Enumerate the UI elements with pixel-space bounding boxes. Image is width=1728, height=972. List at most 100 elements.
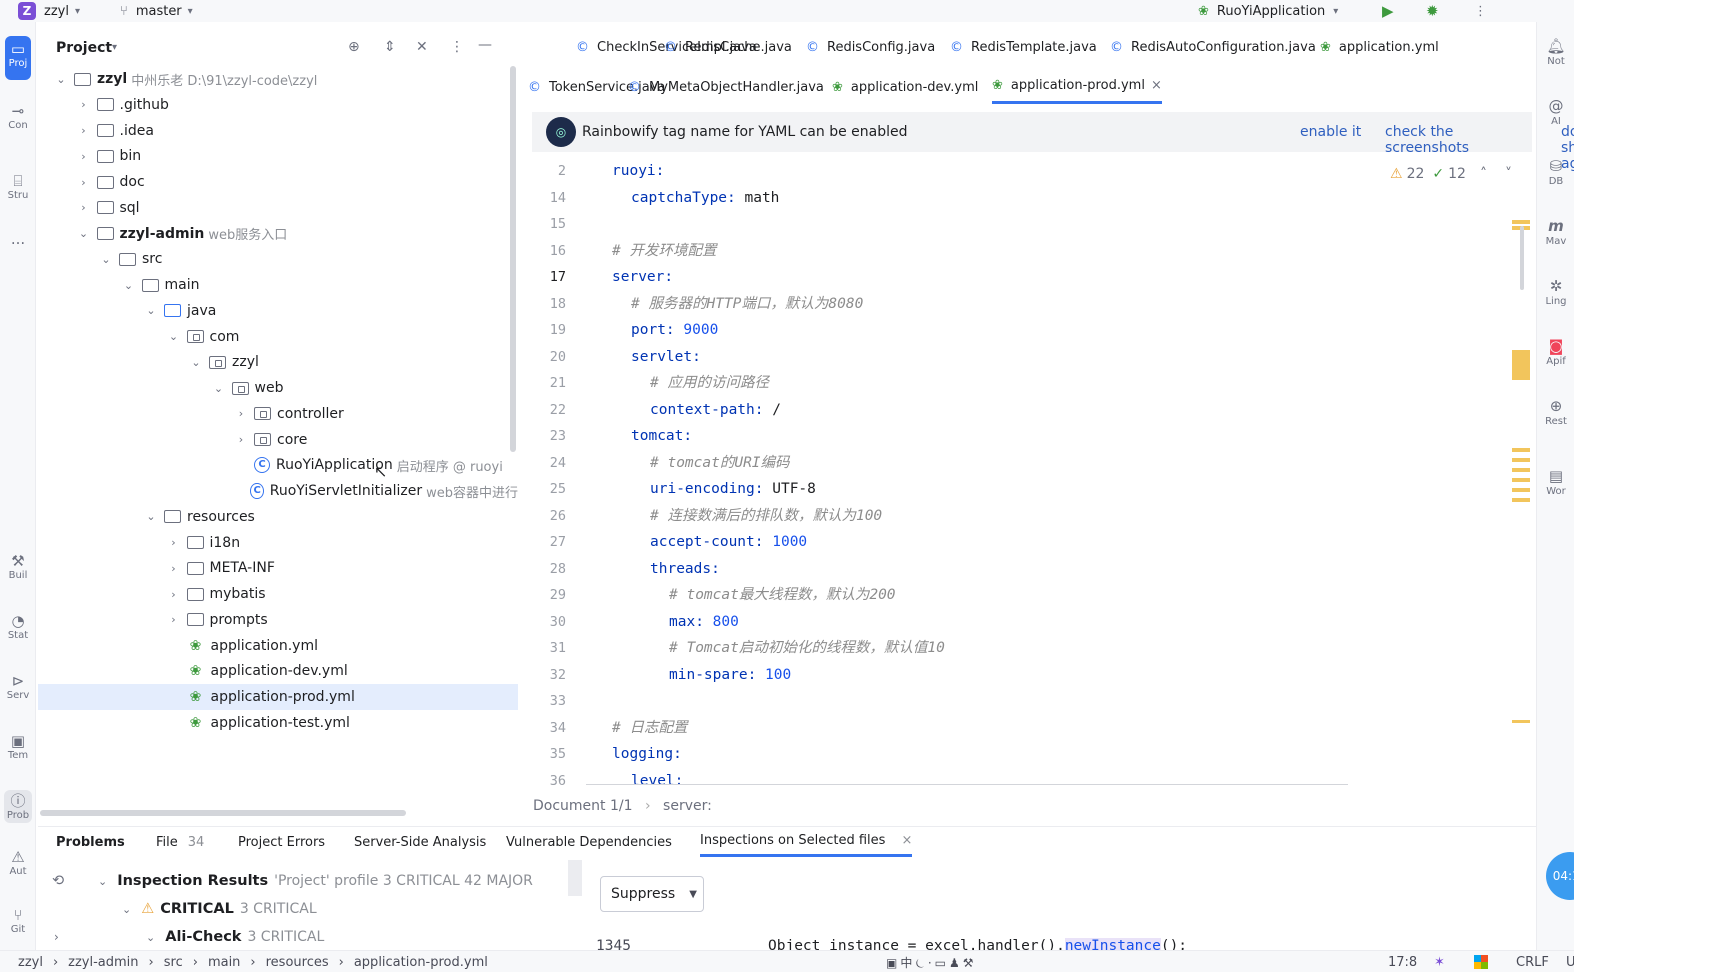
chevron-down-icon[interactable]: ⌄ (75, 227, 93, 240)
tree-item[interactable]: ⌄ zzyl (38, 349, 518, 375)
tree-item[interactable]: ⌄ com (38, 324, 518, 350)
tree-item[interactable]: ⌄ resources (38, 504, 518, 530)
editor-tab[interactable]: © RedisConfig.java (806, 30, 935, 64)
problems-tab[interactable]: Server-Side Analysis (354, 827, 486, 857)
inspection-root[interactable]: ⌄ Inspection Results 'Project' profile 3… (98, 868, 533, 894)
status-crumb[interactable]: main (208, 955, 240, 970)
tool-problems[interactable]: ⓘ Prob (0, 790, 36, 823)
debug-icon[interactable]: ✹ (1426, 0, 1439, 22)
tree-item[interactable]: ⌄ java (38, 298, 518, 324)
tool-git[interactable]: ⑂ Git (0, 906, 36, 935)
editor-tab[interactable]: ❀ application-prod.yml × (992, 70, 1162, 104)
project-switcher[interactable]: Z zzyl ▾ (18, 0, 80, 22)
breadcrumb-document[interactable]: Document 1/1 (533, 798, 633, 814)
chevron-down-icon[interactable]: ⌄ (165, 330, 183, 343)
check-screenshots-link[interactable]: check the screenshots (1385, 124, 1532, 156)
run-config-selector[interactable]: ❀ RuoYiApplication ▾ (1198, 0, 1338, 22)
tree-item[interactable]: › .idea (38, 118, 518, 144)
chevron-right-icon[interactable]: › (54, 924, 59, 950)
problems-tab[interactable]: Project Errors (238, 827, 325, 857)
chevron-down-icon[interactable]: ⌄ (120, 279, 138, 292)
tool-structure[interactable]: ⌸ Stru (0, 172, 36, 201)
tree-item[interactable]: ⌄ zzyl 中州乐老 D:\91\zzyl-code\zzyl (38, 66, 518, 92)
problems-tab[interactable]: Inspections on Selected files × (700, 827, 913, 857)
editor-tab[interactable]: ❀ application-dev.yml (832, 70, 978, 104)
collapse-all-icon[interactable]: ✕ (416, 39, 428, 55)
tree-item[interactable]: › .github (38, 92, 518, 118)
tree-item[interactable]: ⌄ web (38, 375, 518, 401)
tool-terminal[interactable]: ▣ Tem (0, 732, 36, 761)
windows-icon[interactable] (1474, 951, 1488, 972)
chevron-right-icon[interactable]: › (232, 433, 250, 446)
chevron-down-icon[interactable]: ⌄ (97, 253, 115, 266)
status-crumb[interactable]: zzyl-admin (68, 955, 138, 970)
tool-build[interactable]: ⚒ Buil (0, 552, 36, 581)
refresh-icon[interactable]: ⟲ (52, 868, 64, 894)
tree-item[interactable]: › mybatis (38, 581, 518, 607)
tree-scrollbar[interactable] (510, 66, 516, 452)
branch-switcher[interactable]: ⑂ master ▾ (120, 0, 193, 22)
chevron-down-icon[interactable]: ⌄ (142, 510, 160, 523)
tool-auto[interactable]: ⚠ Aut (0, 848, 36, 877)
editor-tab[interactable]: © MyMetaObjectHandler.java (628, 70, 824, 104)
run-icon[interactable]: ▶ (1382, 0, 1394, 22)
more-icon[interactable]: ⋮ (1474, 0, 1487, 22)
locate-icon[interactable]: ⊕ (348, 39, 360, 55)
tree-item[interactable]: C RuoYiApplication 启动程序 @ ruoyi (38, 452, 518, 478)
tool-word[interactable]: ▤ Wor (1537, 466, 1574, 497)
tree-item[interactable]: ⌄ main (38, 272, 518, 298)
splitter[interactable] (568, 860, 582, 896)
editor-tab[interactable]: © RedisTemplate.java (950, 30, 1097, 64)
minimize-icon[interactable]: — (478, 37, 492, 53)
chevron-right-icon[interactable]: › (75, 150, 93, 163)
chevron-down-icon[interactable]: ⌄ (187, 356, 205, 369)
chevron-right-icon[interactable]: › (75, 98, 93, 111)
chevron-down-icon[interactable]: ⌄ (52, 73, 70, 86)
tool-notifications[interactable]: 🔔︎ Not (1537, 36, 1574, 67)
tree-item[interactable]: › bin (38, 143, 518, 169)
tool-statistic[interactable]: ◔ Stat (0, 612, 36, 641)
code-editor[interactable]: 2 ruoyi: 14 captchaType: math 15 16 # 开发环境配置 17… (520, 156, 1530, 786)
plugin-icon[interactable]: ✶ (1434, 951, 1445, 972)
tree-item[interactable]: › i18n (38, 530, 518, 556)
chevron-right-icon[interactable]: › (165, 536, 183, 549)
chevron-right-icon[interactable]: › (232, 407, 250, 420)
ali-check-node[interactable]: ⌄ Ali-Check 3 CRITICAL (146, 924, 324, 950)
close-icon[interactable]: × (901, 833, 912, 848)
chevron-right-icon[interactable]: › (165, 588, 183, 601)
status-crumb[interactable]: src (164, 955, 183, 970)
tool-project[interactable]: ▭ Proj (0, 36, 36, 80)
tool-apifox[interactable]: ◙ Apif (1537, 336, 1574, 367)
editor-scrollbar[interactable] (1520, 226, 1524, 290)
problems-tab[interactable]: Problems (56, 827, 125, 857)
caret-position[interactable]: 17:8 (1388, 951, 1417, 972)
chevron-right-icon[interactable]: › (75, 201, 93, 214)
tree-horizontal-scrollbar[interactable] (40, 810, 406, 816)
tool-commit[interactable]: ⊸ Con (0, 102, 36, 131)
tool-ai[interactable]: @ AI (1537, 96, 1574, 127)
options-icon[interactable]: ⋮ (450, 39, 464, 55)
tree-item[interactable]: › doc (38, 169, 518, 195)
chevron-right-icon[interactable]: › (165, 562, 183, 575)
editor-tab[interactable]: © RedisAutoConfiguration.java (1110, 30, 1316, 64)
dont-show-again-link[interactable]: don't show again (1561, 124, 1574, 172)
chevron-right-icon[interactable]: › (75, 176, 93, 189)
editor-tab[interactable]: © RedisCache.java (664, 30, 792, 64)
enable-it-link[interactable]: enable it (1300, 124, 1361, 140)
tool-rest[interactable]: ⊕ Rest (1537, 396, 1574, 427)
problems-tab[interactable]: File 34 (156, 827, 204, 857)
tree-item[interactable]: ❀ application.yml (38, 633, 518, 659)
file-encoding[interactable]: UTF-8 (1566, 951, 1574, 972)
tool-lingma[interactable]: ✲ Ling (1537, 276, 1574, 307)
tree-item[interactable]: › core (38, 427, 518, 453)
chevron-down-icon[interactable]: ⌄ (210, 382, 228, 395)
tree-item[interactable]: ⌄ zzyl-admin web服务入口 (38, 221, 518, 247)
breadcrumb-path[interactable]: server: (663, 798, 712, 814)
editor-tab[interactable]: ❀ application.yml (1320, 30, 1439, 64)
tool-services[interactable]: ⊳ Serv (0, 672, 36, 701)
suppress-dropdown[interactable]: Suppress ▼ (600, 876, 704, 912)
tree-item[interactable]: › prompts (38, 607, 518, 633)
tree-item[interactable]: ⌄ src (38, 246, 518, 272)
tree-item[interactable]: › controller (38, 401, 518, 427)
critical-node[interactable]: ⌄ ⚠ CRITICAL 3 CRITICAL (122, 896, 317, 922)
